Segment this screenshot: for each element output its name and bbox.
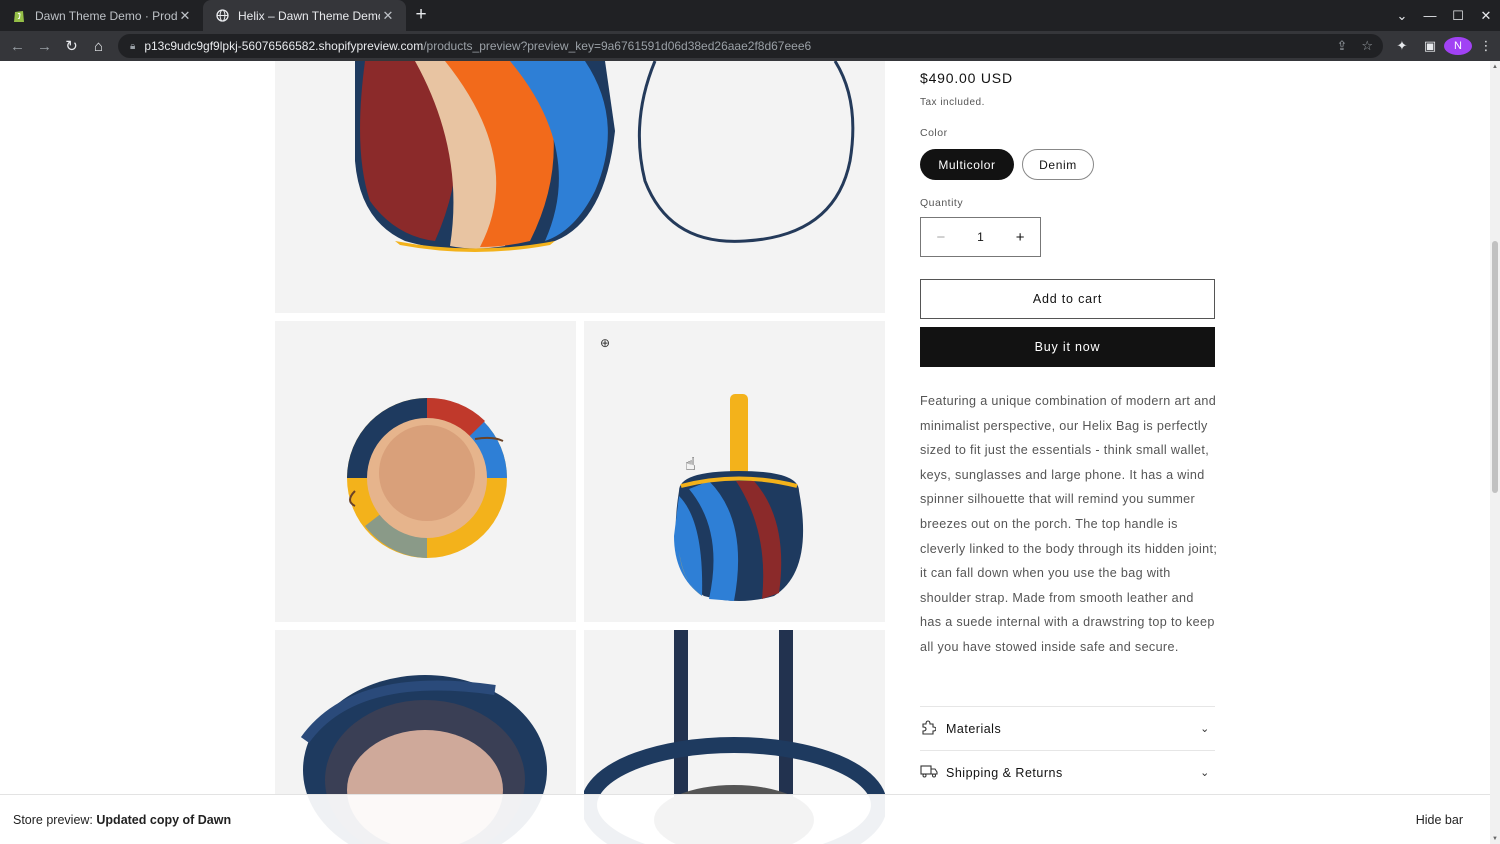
bag-illustration xyxy=(355,61,855,252)
quantity-stepper: − 1 + xyxy=(920,217,1041,257)
close-window-icon[interactable]: ✕ xyxy=(1472,8,1500,24)
share-icon[interactable]: ⇪ xyxy=(1336,38,1347,54)
home-icon[interactable]: ⌂ xyxy=(85,38,112,55)
window-controls: ⌄ — ☐ ✕ xyxy=(1388,0,1500,31)
product-page: ⊕ ☝ $490.00 USD Tax included. Color Mult… xyxy=(0,61,1490,844)
url-host: p13c9udc9gf9lpkj-56076566582.shopifyprev… xyxy=(144,39,424,53)
hide-bar-button[interactable]: Hide bar xyxy=(1416,813,1463,827)
lock-icon[interactable]: 🔒︎ xyxy=(130,41,135,52)
quantity-input[interactable]: 1 xyxy=(961,230,1001,244)
color-label: Color xyxy=(920,127,948,139)
preview-bar-text: Store preview: Updated copy of Dawn xyxy=(0,813,231,827)
side-panel-icon[interactable]: ▣ xyxy=(1416,38,1444,54)
new-tab-button[interactable]: + xyxy=(406,0,436,31)
product-image-main[interactable] xyxy=(275,61,885,313)
tax-note: Tax included. xyxy=(920,97,985,108)
bookmark-star-icon[interactable]: ☆ xyxy=(1361,38,1373,54)
accordion-label: Materials xyxy=(946,721,1002,736)
back-icon[interactable]: ← xyxy=(4,38,31,55)
accordion-shipping[interactable]: Shipping & Returns ⌄ xyxy=(920,750,1215,794)
menu-kebab-icon[interactable]: ⋮ xyxy=(1472,38,1500,54)
browser-toolbar: ← → ↻ ⌂ 🔒︎ p13c9udc9gf9lpkj-56076566582.… xyxy=(0,31,1500,61)
chevron-down-icon: ⌄ xyxy=(1200,767,1210,779)
store-preview-bar: Store preview: Updated copy of Dawn Hide… xyxy=(0,794,1490,844)
globe-icon xyxy=(215,9,229,23)
zoom-icon[interactable]: ⊕ xyxy=(600,336,610,350)
scrollbar-thumb[interactable] xyxy=(1492,241,1498,493)
extension-area: ✦ ▣ N ⋮ xyxy=(1388,31,1500,61)
address-bar[interactable]: 🔒︎ p13c9udc9gf9lpkj-56076566582.shopifyp… xyxy=(118,34,1383,58)
color-option-multicolor[interactable]: Multicolor xyxy=(920,149,1014,180)
extensions-puzzle-icon[interactable]: ✦ xyxy=(1388,38,1416,54)
accordion-label: Shipping & Returns xyxy=(946,765,1063,780)
browser-tab-helix[interactable]: Helix – Dawn Theme Demo ✕ xyxy=(203,0,406,31)
truck-icon xyxy=(920,764,946,781)
product-price: $490.00 USD xyxy=(920,70,1013,86)
increase-quantity-button[interactable]: + xyxy=(1000,229,1040,246)
chevron-down-icon: ⌄ xyxy=(1200,723,1210,735)
maximize-icon[interactable]: ☐ xyxy=(1444,8,1472,24)
scroll-down-arrow-icon[interactable]: ▼ xyxy=(1490,836,1500,842)
decrease-quantity-button[interactable]: − xyxy=(921,229,961,246)
quantity-label: Quantity xyxy=(920,197,964,209)
preview-bar-prefix: Store preview: xyxy=(13,812,93,827)
add-to-cart-button[interactable]: Add to cart xyxy=(920,279,1215,319)
puzzle-icon xyxy=(920,719,946,738)
browser-tab-bar: Dawn Theme Demo · Product ✕ Helix – Dawn… xyxy=(0,0,1500,31)
scroll-up-arrow-icon[interactable]: ▲ xyxy=(1490,64,1500,70)
product-description: Featuring a unique combination of modern… xyxy=(920,394,1218,654)
tab-search-icon[interactable]: ⌄ xyxy=(1388,8,1416,24)
tab-title: Helix – Dawn Theme Demo xyxy=(238,8,380,23)
product-image-top-view[interactable] xyxy=(275,321,576,622)
hand-cursor-icon: ☝ xyxy=(685,454,696,474)
accordion-materials[interactable]: Materials ⌄ xyxy=(920,706,1215,750)
browser-tab-product[interactable]: Dawn Theme Demo · Product ✕ xyxy=(0,0,203,31)
product-image-front-view[interactable] xyxy=(584,321,885,622)
url-path: /products_preview?preview_key=9a6761591d… xyxy=(423,39,812,53)
profile-avatar[interactable]: N xyxy=(1444,37,1472,55)
preview-theme-name: Updated copy of Dawn xyxy=(96,812,232,827)
shopify-icon xyxy=(12,9,26,23)
minimize-icon[interactable]: — xyxy=(1416,8,1444,23)
close-tab-icon[interactable]: ✕ xyxy=(380,8,396,24)
buy-it-now-button[interactable]: Buy it now xyxy=(920,327,1215,367)
close-tab-icon[interactable]: ✕ xyxy=(177,8,193,24)
tab-title: Dawn Theme Demo · Product xyxy=(35,8,177,23)
page-scrollbar[interactable]: ▲ ▼ xyxy=(1490,61,1500,844)
color-option-denim[interactable]: Denim xyxy=(1022,149,1094,180)
reload-icon[interactable]: ↻ xyxy=(58,37,85,55)
forward-icon[interactable]: → xyxy=(31,38,58,55)
